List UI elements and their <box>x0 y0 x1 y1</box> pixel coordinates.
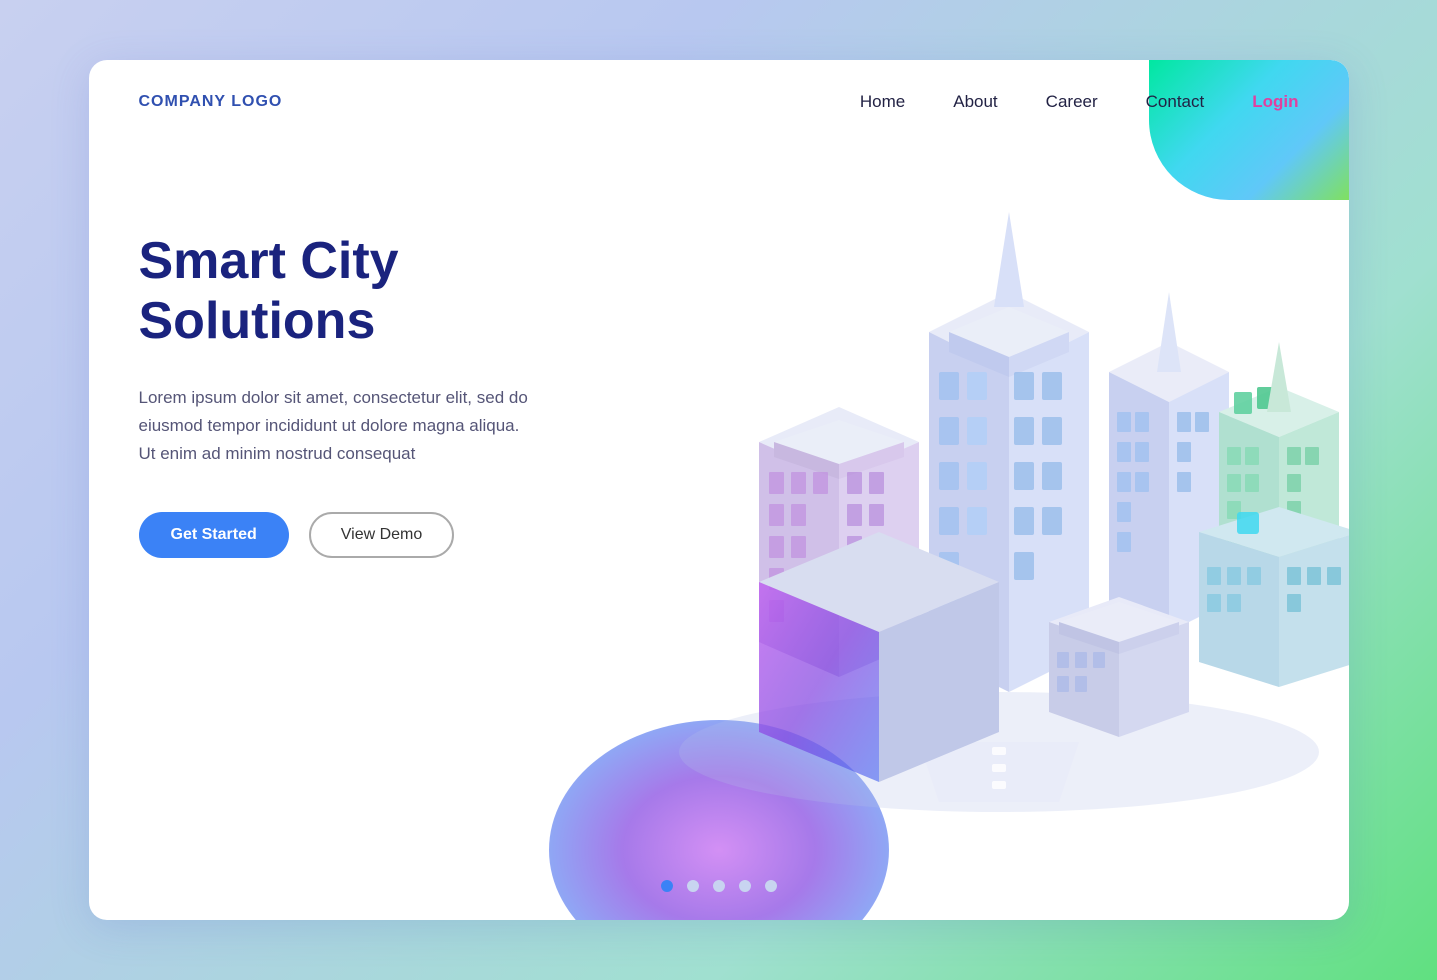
view-demo-button[interactable]: View Demo <box>309 512 455 558</box>
dot-3[interactable] <box>713 880 725 892</box>
city-svg <box>599 142 1349 862</box>
main-card: COMPANY LOGO Home About Career Contact L… <box>89 60 1349 920</box>
hero-text: Smart City Solutions Lorem ipsum dolor s… <box>139 172 619 558</box>
city-illustration <box>619 172 1299 882</box>
get-started-button[interactable]: Get Started <box>139 512 289 558</box>
hero-section: Smart City Solutions Lorem ipsum dolor s… <box>89 132 1349 882</box>
company-logo: COMPANY LOGO <box>139 93 283 111</box>
hero-title: Smart City Solutions <box>139 232 619 352</box>
nav-link-career[interactable]: Career <box>1046 92 1098 111</box>
dot-5[interactable] <box>765 880 777 892</box>
dot-1[interactable] <box>661 880 673 892</box>
nav-link-about[interactable]: About <box>953 92 997 111</box>
carousel-dots <box>661 880 777 892</box>
nav-item-login[interactable]: Login <box>1252 92 1298 112</box>
nav-item-home[interactable]: Home <box>860 92 905 112</box>
nav-item-contact[interactable]: Contact <box>1146 92 1205 112</box>
nav-link-home[interactable]: Home <box>860 92 905 111</box>
navbar: COMPANY LOGO Home About Career Contact L… <box>89 60 1349 132</box>
nav-link-contact[interactable]: Contact <box>1146 92 1205 111</box>
nav-links: Home About Career Contact Login <box>860 92 1299 112</box>
dot-2[interactable] <box>687 880 699 892</box>
hero-description: Lorem ipsum dolor sit amet, consectetur … <box>139 384 539 468</box>
nav-item-about[interactable]: About <box>953 92 997 112</box>
nav-item-career[interactable]: Career <box>1046 92 1098 112</box>
nav-link-login[interactable]: Login <box>1252 92 1298 111</box>
hero-buttons: Get Started View Demo <box>139 512 619 558</box>
dot-4[interactable] <box>739 880 751 892</box>
